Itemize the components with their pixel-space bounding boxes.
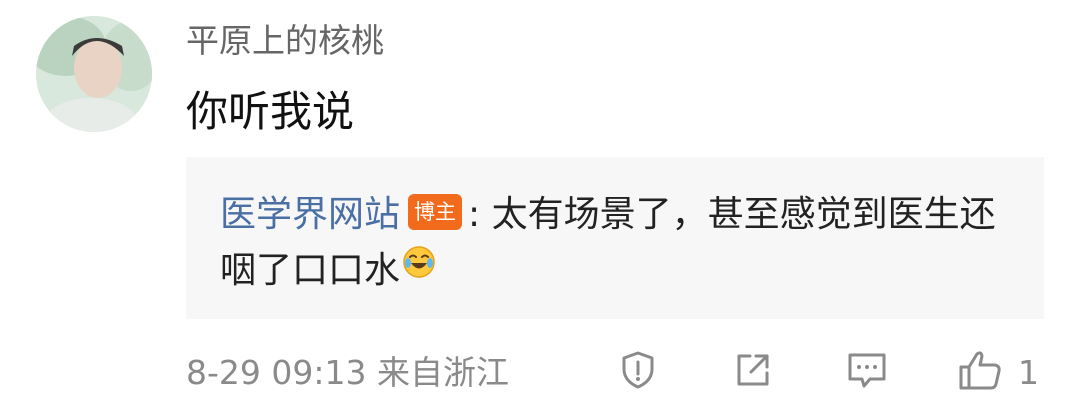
author-badge: 博主 bbox=[408, 194, 463, 230]
reply-author[interactable]: 医学界网站 bbox=[220, 194, 400, 235]
comment-username[interactable]: 平原上的核桃 bbox=[186, 18, 384, 64]
comment-text: 你听我说 bbox=[186, 87, 355, 136]
reply-box[interactable]: 医学界网站 博主: 太有场景了，甚至感觉到医生还咽了口口水 bbox=[186, 157, 1044, 319]
comment-timestamp: 8-29 09:13 bbox=[186, 353, 367, 392]
share-button[interactable] bbox=[729, 346, 777, 394]
report-button[interactable] bbox=[614, 346, 662, 394]
comment-icon bbox=[848, 353, 886, 388]
share-icon bbox=[737, 354, 769, 386]
reply-content: 医学界网站 博主: 太有场景了，甚至感觉到医生还咽了口口水 bbox=[220, 187, 1020, 300]
avatar[interactable] bbox=[36, 16, 152, 132]
laughing-crying-emoji-icon bbox=[402, 240, 436, 296]
comment-location: 来自浙江 bbox=[377, 353, 509, 392]
like-button[interactable] bbox=[956, 346, 1004, 394]
avatar-image bbox=[36, 16, 152, 132]
reply-separator: : bbox=[468, 194, 481, 235]
thumbs-up-icon bbox=[959, 351, 1001, 390]
like-count: 1 bbox=[1018, 353, 1039, 392]
shield-icon bbox=[622, 351, 654, 389]
reply-button[interactable] bbox=[843, 346, 891, 394]
comment-meta: 8-29 09:13 来自浙江 bbox=[186, 350, 509, 396]
